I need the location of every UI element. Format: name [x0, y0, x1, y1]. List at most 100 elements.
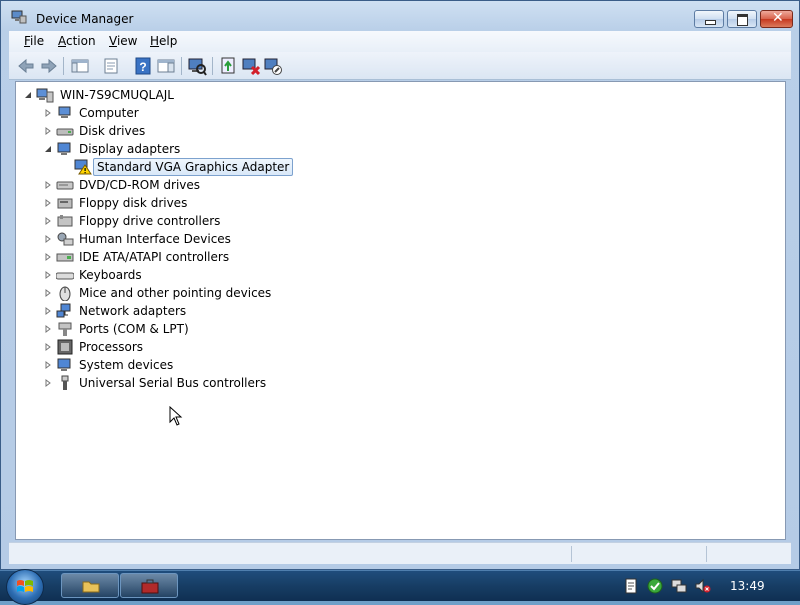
tree-item-dvd-cd-rom-drives[interactable]: DVD/CD-ROM drives: [42, 176, 302, 194]
scan-hardware-icon[interactable]: [187, 56, 207, 76]
action-center-icon[interactable]: [623, 578, 639, 594]
tree-item-ports[interactable]: Ports (COM & LPT): [42, 320, 302, 338]
menu-file[interactable]: File: [24, 34, 44, 48]
expand-triangle-icon[interactable]: [44, 307, 52, 315]
toolbar-separator: [181, 57, 182, 75]
tree-item-label: Floppy drive controllers: [79, 214, 221, 228]
warning-display-adapter-icon: [74, 159, 92, 175]
expand-triangle-icon[interactable]: [44, 217, 52, 225]
expand-triangle-icon[interactable]: [44, 235, 52, 243]
tree-item-label: Processors: [79, 340, 144, 354]
disable-icon[interactable]: [263, 56, 283, 76]
properties-icon[interactable]: [101, 56, 121, 76]
tree-item-human-interface-devices[interactable]: Human Interface Devices: [42, 230, 302, 248]
tree-child-standard-vga-graphics-adapter[interactable]: Standard VGA Graphics Adapter: [74, 158, 314, 176]
title-bar[interactable]: Device Manager ✕: [1, 1, 799, 31]
security-check-icon[interactable]: [647, 578, 663, 594]
system-devices-icon: [57, 358, 71, 371]
toolbox-icon: [141, 579, 159, 594]
tree-item-floppy-drive-controllers[interactable]: Floppy drive controllers: [42, 212, 302, 230]
tree-item-processors[interactable]: Processors: [42, 338, 302, 356]
tree-item-label: Disk drives: [79, 124, 146, 138]
toolbar-separator: [63, 57, 64, 75]
tree-item-floppy-disk-drives[interactable]: Floppy disk drives: [42, 194, 302, 212]
folder-icon: [82, 581, 100, 593]
ide-controller-icon: [56, 253, 74, 262]
status-bar: [9, 542, 791, 564]
computer-icon: [58, 106, 71, 118]
expand-triangle-icon[interactable]: [44, 127, 52, 135]
show-hide-console-tree-icon[interactable]: [70, 56, 90, 76]
maximize-icon: [737, 14, 748, 26]
tree-item-label: DVD/CD-ROM drives: [79, 178, 201, 192]
expand-triangle-icon[interactable]: [44, 271, 52, 279]
taskbar-clock[interactable]: 13:49: [730, 579, 765, 593]
tree-item-label: Display adapters: [79, 142, 181, 156]
tree-item-computer[interactable]: Computer: [42, 104, 302, 122]
expand-triangle-icon[interactable]: [44, 181, 52, 189]
help-icon[interactable]: ?: [133, 56, 153, 76]
tree-item-label: Human Interface Devices: [79, 232, 231, 246]
taskbar-device-manager-button[interactable]: [120, 573, 178, 598]
collapse-triangle-icon[interactable]: [24, 91, 32, 99]
tree-item-label: Mice and other pointing devices: [79, 286, 272, 300]
device-manager-window: Device Manager ✕ File Action View Help ?: [0, 0, 800, 570]
expand-triangle-icon[interactable]: [44, 199, 52, 207]
uninstall-icon[interactable]: [241, 56, 261, 76]
minimize-button[interactable]: [694, 10, 724, 28]
tree-item-system-devices[interactable]: System devices: [42, 356, 302, 374]
maximize-button[interactable]: [727, 10, 757, 28]
back-arrow-icon[interactable]: [16, 56, 36, 76]
tree-item-usb-controllers[interactable]: Universal Serial Bus controllers: [42, 374, 342, 392]
network-icon[interactable]: [671, 578, 687, 594]
close-button[interactable]: ✕: [760, 10, 793, 28]
volume-muted-icon[interactable]: [695, 578, 711, 594]
device-tree-pane[interactable]: WIN-7S9CMUQLAJL Computer Disk drives Dis…: [15, 81, 786, 540]
disk-drive-icon: [56, 128, 74, 136]
tree-item-label: Floppy disk drives: [79, 196, 188, 210]
expand-triangle-icon[interactable]: [44, 109, 52, 117]
usb-icon: [61, 375, 69, 390]
expand-triangle-icon[interactable]: [44, 361, 52, 369]
tree-item-label: Ports (COM & LPT): [79, 322, 189, 336]
floppy-drive-icon: [57, 198, 73, 209]
tree-item-label: Computer: [79, 106, 139, 120]
menu-help[interactable]: Help: [150, 34, 177, 48]
tree-item-keyboards[interactable]: Keyboards: [42, 266, 302, 284]
tree-item-label: Standard VGA Graphics Adapter: [93, 158, 294, 176]
status-divider: [706, 546, 707, 562]
device-manager-app-icon: [11, 10, 27, 24]
tree-item-network-adapters[interactable]: Network adapters: [42, 302, 302, 320]
tree-item-label: Network adapters: [79, 304, 187, 318]
menu-view[interactable]: View: [109, 34, 137, 48]
collapse-triangle-icon[interactable]: [44, 145, 52, 153]
taskbar-explorer-button[interactable]: [61, 573, 119, 598]
processor-icon: [57, 339, 73, 355]
expand-triangle-icon[interactable]: [44, 253, 52, 261]
taskbar: 13:49: [0, 569, 800, 605]
toolbar-separator: [212, 57, 213, 75]
tree-root[interactable]: WIN-7S9CMUQLAJL: [22, 86, 222, 104]
update-driver-icon[interactable]: [219, 56, 239, 76]
minimize-icon: [705, 20, 716, 25]
menu-bar: File Action View Help: [9, 31, 791, 52]
display-adapter-icon: [57, 142, 71, 155]
expand-triangle-icon[interactable]: [44, 343, 52, 351]
expand-triangle-icon[interactable]: [44, 289, 52, 297]
expand-triangle-icon[interactable]: [44, 325, 52, 333]
dvd-drive-icon: [56, 181, 74, 190]
network-adapter-icon: [56, 303, 71, 318]
expand-triangle-icon[interactable]: [44, 379, 52, 387]
mouse-icon: [59, 286, 71, 301]
show-hide-action-pane-icon[interactable]: [156, 56, 176, 76]
windows-logo-icon: [17, 580, 33, 592]
tree-item-ide-ata-atapi-controllers[interactable]: IDE ATA/ATAPI controllers: [42, 248, 302, 266]
tree-item-label: System devices: [79, 358, 174, 372]
tree-item-label: Universal Serial Bus controllers: [79, 376, 267, 390]
tree-item-mice[interactable]: Mice and other pointing devices: [42, 284, 342, 302]
tree-root-label: WIN-7S9CMUQLAJL: [60, 88, 174, 102]
menu-action[interactable]: Action: [58, 34, 96, 48]
tree-item-display-adapters[interactable]: Display adapters: [42, 140, 302, 158]
forward-arrow-icon[interactable]: [39, 56, 59, 76]
tree-item-disk-drives[interactable]: Disk drives: [42, 122, 302, 140]
